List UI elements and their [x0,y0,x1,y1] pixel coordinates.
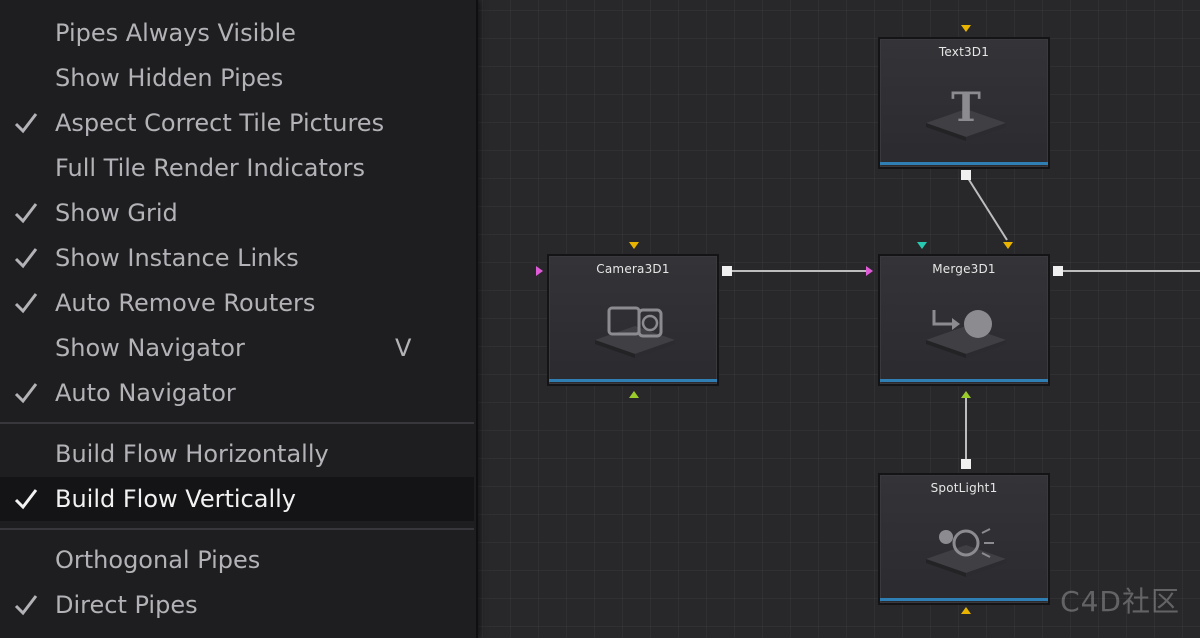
node-spotlight[interactable]: SpotLight1 [878,473,1050,605]
node-title: Text3D1 [938,45,990,59]
menu-item-full-tile-render-indicators[interactable]: Full Tile Render Indicators [0,146,474,190]
app-window: Text3D1 T Camera3D1 Merge3D1 SpotLight1 … [0,0,1200,638]
menu-item-build-flow-horizontally[interactable]: Build Flow Horizontally [0,432,474,476]
menu-item-label: Show Hidden Pipes [55,64,284,92]
svg-text:T: T [951,84,981,131]
checkmark-icon [14,248,38,269]
output-port-camera [722,266,732,276]
node-merge3d[interactable]: Merge3D1 [878,254,1050,386]
menu-item-label: Auto Navigator [55,379,236,407]
menu-item-label: Build Flow Vertically [55,485,296,513]
menu-item-label: Full Tile Render Indicators [55,154,365,182]
menu-item-label: Pipes Always Visible [55,19,296,47]
node-status-bar [880,379,1048,382]
menu-item-show-grid[interactable]: Show Grid [0,191,474,235]
node-title: Merge3D1 [932,262,996,276]
node-title: SpotLight1 [930,481,998,495]
output-port-spotlight [961,459,971,469]
checkmark-icon [14,113,38,134]
input-port-text-top [961,25,971,32]
menu-separator [0,422,474,424]
pipe-text-to-merge [965,174,1008,241]
menu-item-orthogonal-pipes[interactable]: Orthogonal Pipes [0,538,474,582]
checkmark-icon [14,595,38,616]
menu-item-label: Show Instance Links [55,244,299,272]
checkmark-icon [14,203,38,224]
input-port-camera-left [536,266,543,276]
camera3d-icon [595,306,675,358]
menu-item-build-flow-vertically[interactable]: Build Flow Vertically [0,477,474,521]
checkmark-icon [14,293,38,314]
input-port-merge-left [866,266,873,276]
input-port-merge-cyan [917,242,927,249]
spotlight-icon [926,528,1006,577]
menu-item-label: Build Flow Horizontally [55,440,329,468]
menu-item-aspect-correct-tile-pictures[interactable]: Aspect Correct Tile Pictures [0,101,474,145]
menu-separator [0,528,474,530]
output-port-text [961,170,971,180]
checkmark-icon [14,489,38,510]
merge3d-icon [926,310,1006,358]
checkmark-icon [14,383,38,404]
output-green-merge [961,391,971,398]
menu-item-label: Auto Remove Routers [55,289,316,317]
input-port-merge-top [1003,242,1013,249]
menu-item-pipes-always-visible[interactable]: Pipes Always Visible [0,11,474,55]
menu-item-label: Show Grid [55,199,178,227]
watermark: C4D社区 [1060,585,1180,618]
shortcut-key: V [395,334,412,362]
output-port-spotlight-bottom [961,607,971,614]
menu-item-auto-navigator[interactable]: Auto Navigator [0,371,474,415]
node-status-bar [549,379,717,382]
input-port-camera-top [629,242,639,249]
menu-item-label: Aspect Correct Tile Pictures [55,109,385,137]
menu-item-show-hidden-pipes[interactable]: Show Hidden Pipes [0,56,474,100]
menu-item-label: Show Navigator [55,334,245,362]
menu-item-direct-pipes[interactable]: Direct Pipes [0,583,474,627]
text3d-icon: T [926,84,1006,141]
output-port-merge [1053,266,1063,276]
menu-item-auto-remove-routers[interactable]: Auto Remove Routers [0,281,474,325]
output-green-camera [629,391,639,398]
node-camera3d[interactable]: Camera3D1 [547,254,719,386]
menu-item-label: Orthogonal Pipes [55,546,261,574]
menu-item-show-navigator[interactable]: Show Navigator V [0,326,474,370]
node-status-bar [880,162,1048,165]
node-text3d[interactable]: Text3D1 T [878,37,1050,169]
menu-item-label: Direct Pipes [55,591,198,619]
node-title: Camera3D1 [596,262,670,276]
context-menu: Pipes Always Visible Show Hidden Pipes A… [0,0,478,638]
menu-item-show-instance-links[interactable]: Show Instance Links [0,236,474,280]
node-status-bar [880,598,1048,601]
